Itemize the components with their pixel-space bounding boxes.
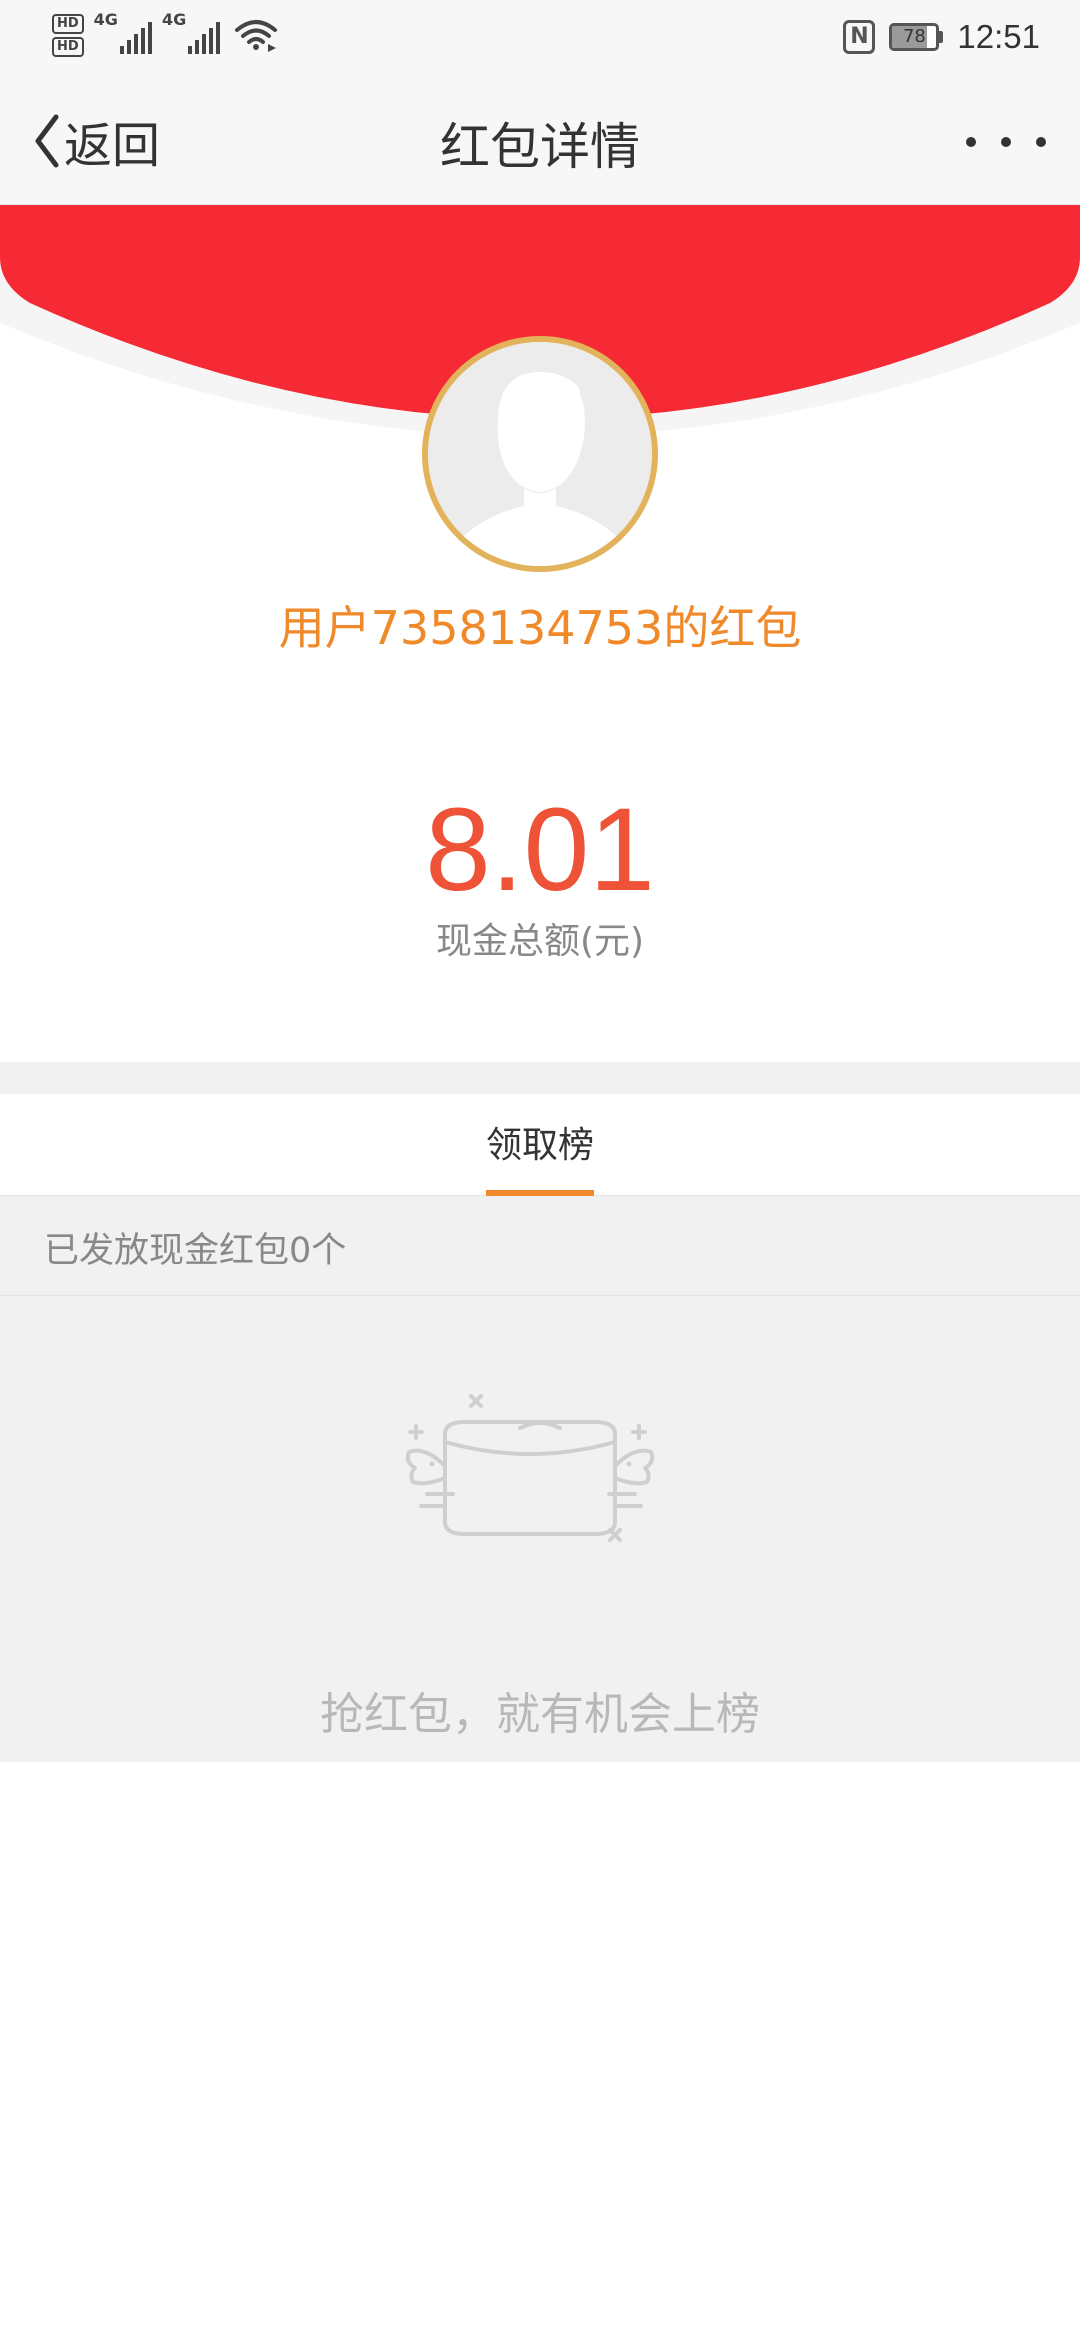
status-time: 12:51 — [957, 18, 1040, 55]
signal-sim1: 4G — [94, 12, 152, 54]
hd-badge-sim1: HD — [52, 14, 84, 34]
signal-sim2: 4G — [161, 10, 221, 54]
signal-bars-icon — [188, 18, 221, 54]
battery-percent: 78 — [902, 26, 926, 47]
status-right-group: N 78 12:51 — [843, 14, 1040, 60]
network-type-label: 4G — [93, 10, 118, 29]
tab-bar: 领取榜 — [0, 1094, 1080, 1196]
amount-caption: 现金总额(元) — [435, 921, 645, 962]
title-bar: 返回 红包详情 — [0, 75, 1080, 205]
wifi-icon — [235, 20, 278, 52]
battery-tip — [939, 31, 944, 43]
more-options-button[interactable] — [966, 117, 1046, 167]
flying-envelope-icon — [405, 1394, 655, 1542]
battery-icon: 78 — [889, 23, 944, 51]
page-title: 红包详情 — [440, 118, 640, 176]
signal-bars-icon — [119, 18, 152, 54]
status-left-group: HD HD 4G 4G — [52, 12, 278, 57]
hd-badge-sim2: HD — [52, 37, 84, 57]
user-silhouette-icon — [428, 342, 652, 566]
chevron-left-icon — [35, 114, 59, 168]
summary-row: 已发放现金红包0个 — [0, 1196, 1080, 1296]
sender-name: 用户7358134753的红包 — [278, 601, 802, 655]
sent-count-text: 已发放现金红包0个 — [44, 1231, 347, 1271]
more-dot-icon — [1001, 137, 1011, 147]
back-label: 返回 — [64, 118, 161, 174]
hd-indicators: HD HD — [52, 14, 84, 57]
battery-body: 78 — [889, 23, 940, 51]
back-button[interactable]: 返回 — [34, 109, 161, 174]
amount-value: 8.01 — [425, 784, 655, 916]
network-type-label: 4G — [161, 10, 187, 29]
status-bar: HD HD 4G 4G N 78 12:51 — [0, 0, 1080, 75]
section-divider — [0, 1062, 1080, 1094]
more-dot-icon — [1036, 137, 1046, 147]
more-dot-icon — [966, 137, 976, 147]
empty-state-message: 抢红包，就有机会上榜 — [320, 1689, 760, 1740]
avatar — [422, 336, 658, 572]
empty-state: 抢红包，就有机会上榜 — [0, 1296, 1080, 1762]
tab-label: 领取榜 — [485, 1125, 594, 1166]
tab-leaderboard[interactable]: 领取榜 — [486, 1094, 594, 1196]
nfc-icon: N — [843, 20, 876, 54]
